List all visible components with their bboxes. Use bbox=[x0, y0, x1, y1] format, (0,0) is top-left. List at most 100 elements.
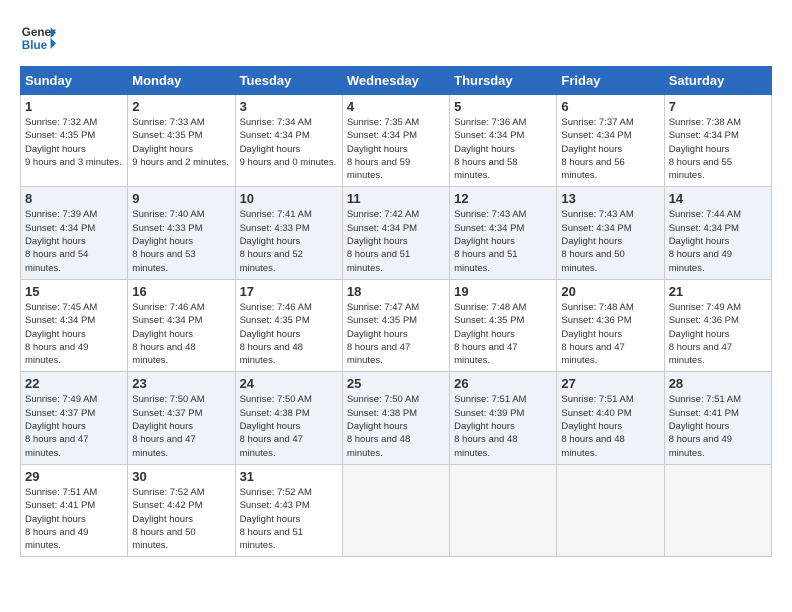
day-info: Sunrise: 7:34 AMSunset: 4:34 PMDaylight … bbox=[240, 116, 338, 169]
day-info: Sunrise: 7:51 AMSunset: 4:41 PMDaylight … bbox=[669, 393, 767, 459]
calendar-cell: 29 Sunrise: 7:51 AMSunset: 4:41 PMDayligh… bbox=[21, 464, 128, 556]
day-number: 2 bbox=[132, 99, 230, 114]
weekday-header-tuesday: Tuesday bbox=[235, 67, 342, 95]
weekday-header-saturday: Saturday bbox=[664, 67, 771, 95]
day-info: Sunrise: 7:51 AMSunset: 4:41 PMDaylight … bbox=[25, 486, 123, 552]
day-info: Sunrise: 7:48 AMSunset: 4:36 PMDaylight … bbox=[561, 301, 659, 367]
day-info: Sunrise: 7:41 AMSunset: 4:33 PMDaylight … bbox=[240, 208, 338, 274]
calendar-cell: 20 Sunrise: 7:48 AMSunset: 4:36 PMDayligh… bbox=[557, 279, 664, 371]
calendar-cell: 22 Sunrise: 7:49 AMSunset: 4:37 PMDayligh… bbox=[21, 372, 128, 464]
day-number: 21 bbox=[669, 284, 767, 299]
calendar-cell bbox=[557, 464, 664, 556]
day-number: 13 bbox=[561, 191, 659, 206]
weekday-header-monday: Monday bbox=[128, 67, 235, 95]
day-number: 24 bbox=[240, 376, 338, 391]
day-info: Sunrise: 7:47 AMSunset: 4:35 PMDaylight … bbox=[347, 301, 445, 367]
weekday-header-sunday: Sunday bbox=[21, 67, 128, 95]
day-info: Sunrise: 7:38 AMSunset: 4:34 PMDaylight … bbox=[669, 116, 767, 182]
day-info: Sunrise: 7:50 AMSunset: 4:37 PMDaylight … bbox=[132, 393, 230, 459]
day-info: Sunrise: 7:51 AMSunset: 4:39 PMDaylight … bbox=[454, 393, 552, 459]
day-number: 22 bbox=[25, 376, 123, 391]
calendar-cell: 8 Sunrise: 7:39 AMSunset: 4:34 PMDaylight… bbox=[21, 187, 128, 279]
day-number: 3 bbox=[240, 99, 338, 114]
day-number: 26 bbox=[454, 376, 552, 391]
calendar-cell: 23Sunrise: 7:50 AMSunset: 4:37 PMDayligh… bbox=[128, 372, 235, 464]
day-number: 14 bbox=[669, 191, 767, 206]
calendar-cell: 11 Sunrise: 7:42 AMSunset: 4:34 PMDayligh… bbox=[342, 187, 449, 279]
weekday-header-row: SundayMondayTuesdayWednesdayThursdayFrid… bbox=[21, 67, 772, 95]
calendar-cell: 6Sunrise: 7:37 AMSunset: 4:34 PMDaylight… bbox=[557, 95, 664, 187]
day-number: 20 bbox=[561, 284, 659, 299]
calendar-cell bbox=[342, 464, 449, 556]
day-number: 18 bbox=[347, 284, 445, 299]
day-number: 5 bbox=[454, 99, 552, 114]
calendar-cell: 5 Sunrise: 7:36 AMSunset: 4:34 PMDaylight… bbox=[450, 95, 557, 187]
day-info: Sunrise: 7:49 AMSunset: 4:37 PMDaylight … bbox=[25, 393, 123, 459]
day-number: 15 bbox=[25, 284, 123, 299]
day-number: 31 bbox=[240, 469, 338, 484]
calendar-cell: 31 Sunrise: 7:52 AMSunset: 4:43 PMDayligh… bbox=[235, 464, 342, 556]
day-info: Sunrise: 7:39 AMSunset: 4:34 PMDaylight … bbox=[25, 208, 123, 274]
calendar-cell: 25 Sunrise: 7:50 AMSunset: 4:38 PMDayligh… bbox=[342, 372, 449, 464]
day-number: 30 bbox=[132, 469, 230, 484]
day-info: Sunrise: 7:46 AMSunset: 4:35 PMDaylight … bbox=[240, 301, 338, 367]
calendar-cell: 14 Sunrise: 7:44 AMSunset: 4:34 PMDayligh… bbox=[664, 187, 771, 279]
day-info: Sunrise: 7:33 AMSunset: 4:35 PMDaylight … bbox=[132, 116, 230, 169]
page-header: General Blue bbox=[20, 20, 772, 56]
day-number: 29 bbox=[25, 469, 123, 484]
calendar-cell: 17 Sunrise: 7:46 AMSunset: 4:35 PMDayligh… bbox=[235, 279, 342, 371]
calendar-cell: 10 Sunrise: 7:41 AMSunset: 4:33 PMDayligh… bbox=[235, 187, 342, 279]
calendar-cell: 2 Sunrise: 7:33 AMSunset: 4:35 PMDaylight… bbox=[128, 95, 235, 187]
calendar-cell: 24Sunrise: 7:50 AMSunset: 4:38 PMDayligh… bbox=[235, 372, 342, 464]
day-info: Sunrise: 7:43 AMSunset: 4:34 PMDaylight … bbox=[454, 208, 552, 274]
day-number: 7 bbox=[669, 99, 767, 114]
day-number: 1 bbox=[25, 99, 123, 114]
calendar-cell: 15 Sunrise: 7:45 AMSunset: 4:34 PMDayligh… bbox=[21, 279, 128, 371]
day-info: Sunrise: 7:48 AMSunset: 4:35 PMDaylight … bbox=[454, 301, 552, 367]
day-number: 17 bbox=[240, 284, 338, 299]
day-info: Sunrise: 7:46 AMSunset: 4:34 PMDaylight … bbox=[132, 301, 230, 367]
weekday-header-wednesday: Wednesday bbox=[342, 67, 449, 95]
calendar-cell: 9 Sunrise: 7:40 AMSunset: 4:33 PMDaylight… bbox=[128, 187, 235, 279]
day-number: 6 bbox=[561, 99, 659, 114]
logo-icon: General Blue bbox=[20, 20, 56, 56]
calendar-cell: 19 Sunrise: 7:48 AMSunset: 4:35 PMDayligh… bbox=[450, 279, 557, 371]
calendar-week-1: 1 Sunrise: 7:32 AMSunset: 4:35 PMDaylight… bbox=[21, 95, 772, 187]
day-number: 4 bbox=[347, 99, 445, 114]
day-info: Sunrise: 7:50 AMSunset: 4:38 PMDaylight … bbox=[347, 393, 445, 459]
calendar-week-5: 29 Sunrise: 7:51 AMSunset: 4:41 PMDayligh… bbox=[21, 464, 772, 556]
day-info: Sunrise: 7:51 AMSunset: 4:40 PMDaylight … bbox=[561, 393, 659, 459]
weekday-header-thursday: Thursday bbox=[450, 67, 557, 95]
calendar-week-4: 22 Sunrise: 7:49 AMSunset: 4:37 PMDayligh… bbox=[21, 372, 772, 464]
day-info: Sunrise: 7:35 AMSunset: 4:34 PMDaylight … bbox=[347, 116, 445, 182]
calendar-cell: 12 Sunrise: 7:43 AMSunset: 4:34 PMDayligh… bbox=[450, 187, 557, 279]
day-number: 8 bbox=[25, 191, 123, 206]
calendar-cell: 13Sunrise: 7:43 AMSunset: 4:34 PMDayligh… bbox=[557, 187, 664, 279]
calendar-cell: 18 Sunrise: 7:47 AMSunset: 4:35 PMDayligh… bbox=[342, 279, 449, 371]
day-info: Sunrise: 7:42 AMSunset: 4:34 PMDaylight … bbox=[347, 208, 445, 274]
calendar-cell: 7 Sunrise: 7:38 AMSunset: 4:34 PMDaylight… bbox=[664, 95, 771, 187]
calendar-cell: 28Sunrise: 7:51 AMSunset: 4:41 PMDayligh… bbox=[664, 372, 771, 464]
calendar-cell bbox=[664, 464, 771, 556]
day-info: Sunrise: 7:32 AMSunset: 4:35 PMDaylight … bbox=[25, 116, 123, 169]
svg-text:Blue: Blue bbox=[22, 39, 48, 52]
day-number: 25 bbox=[347, 376, 445, 391]
day-info: Sunrise: 7:44 AMSunset: 4:34 PMDaylight … bbox=[669, 208, 767, 274]
day-number: 19 bbox=[454, 284, 552, 299]
day-number: 10 bbox=[240, 191, 338, 206]
day-number: 11 bbox=[347, 191, 445, 206]
day-number: 12 bbox=[454, 191, 552, 206]
calendar-table: SundayMondayTuesdayWednesdayThursdayFrid… bbox=[20, 66, 772, 557]
day-info: Sunrise: 7:40 AMSunset: 4:33 PMDaylight … bbox=[132, 208, 230, 274]
day-info: Sunrise: 7:52 AMSunset: 4:42 PMDaylight … bbox=[132, 486, 230, 552]
calendar-cell: 3 Sunrise: 7:34 AMSunset: 4:34 PMDaylight… bbox=[235, 95, 342, 187]
day-info: Sunrise: 7:36 AMSunset: 4:34 PMDaylight … bbox=[454, 116, 552, 182]
day-number: 9 bbox=[132, 191, 230, 206]
day-info: Sunrise: 7:52 AMSunset: 4:43 PMDaylight … bbox=[240, 486, 338, 552]
calendar-cell: 21Sunrise: 7:49 AMSunset: 4:36 PMDayligh… bbox=[664, 279, 771, 371]
calendar-cell: 16Sunrise: 7:46 AMSunset: 4:34 PMDayligh… bbox=[128, 279, 235, 371]
calendar-cell: 27Sunrise: 7:51 AMSunset: 4:40 PMDayligh… bbox=[557, 372, 664, 464]
calendar-cell: 4 Sunrise: 7:35 AMSunset: 4:34 PMDaylight… bbox=[342, 95, 449, 187]
day-info: Sunrise: 7:45 AMSunset: 4:34 PMDaylight … bbox=[25, 301, 123, 367]
calendar-cell: 26 Sunrise: 7:51 AMSunset: 4:39 PMDayligh… bbox=[450, 372, 557, 464]
